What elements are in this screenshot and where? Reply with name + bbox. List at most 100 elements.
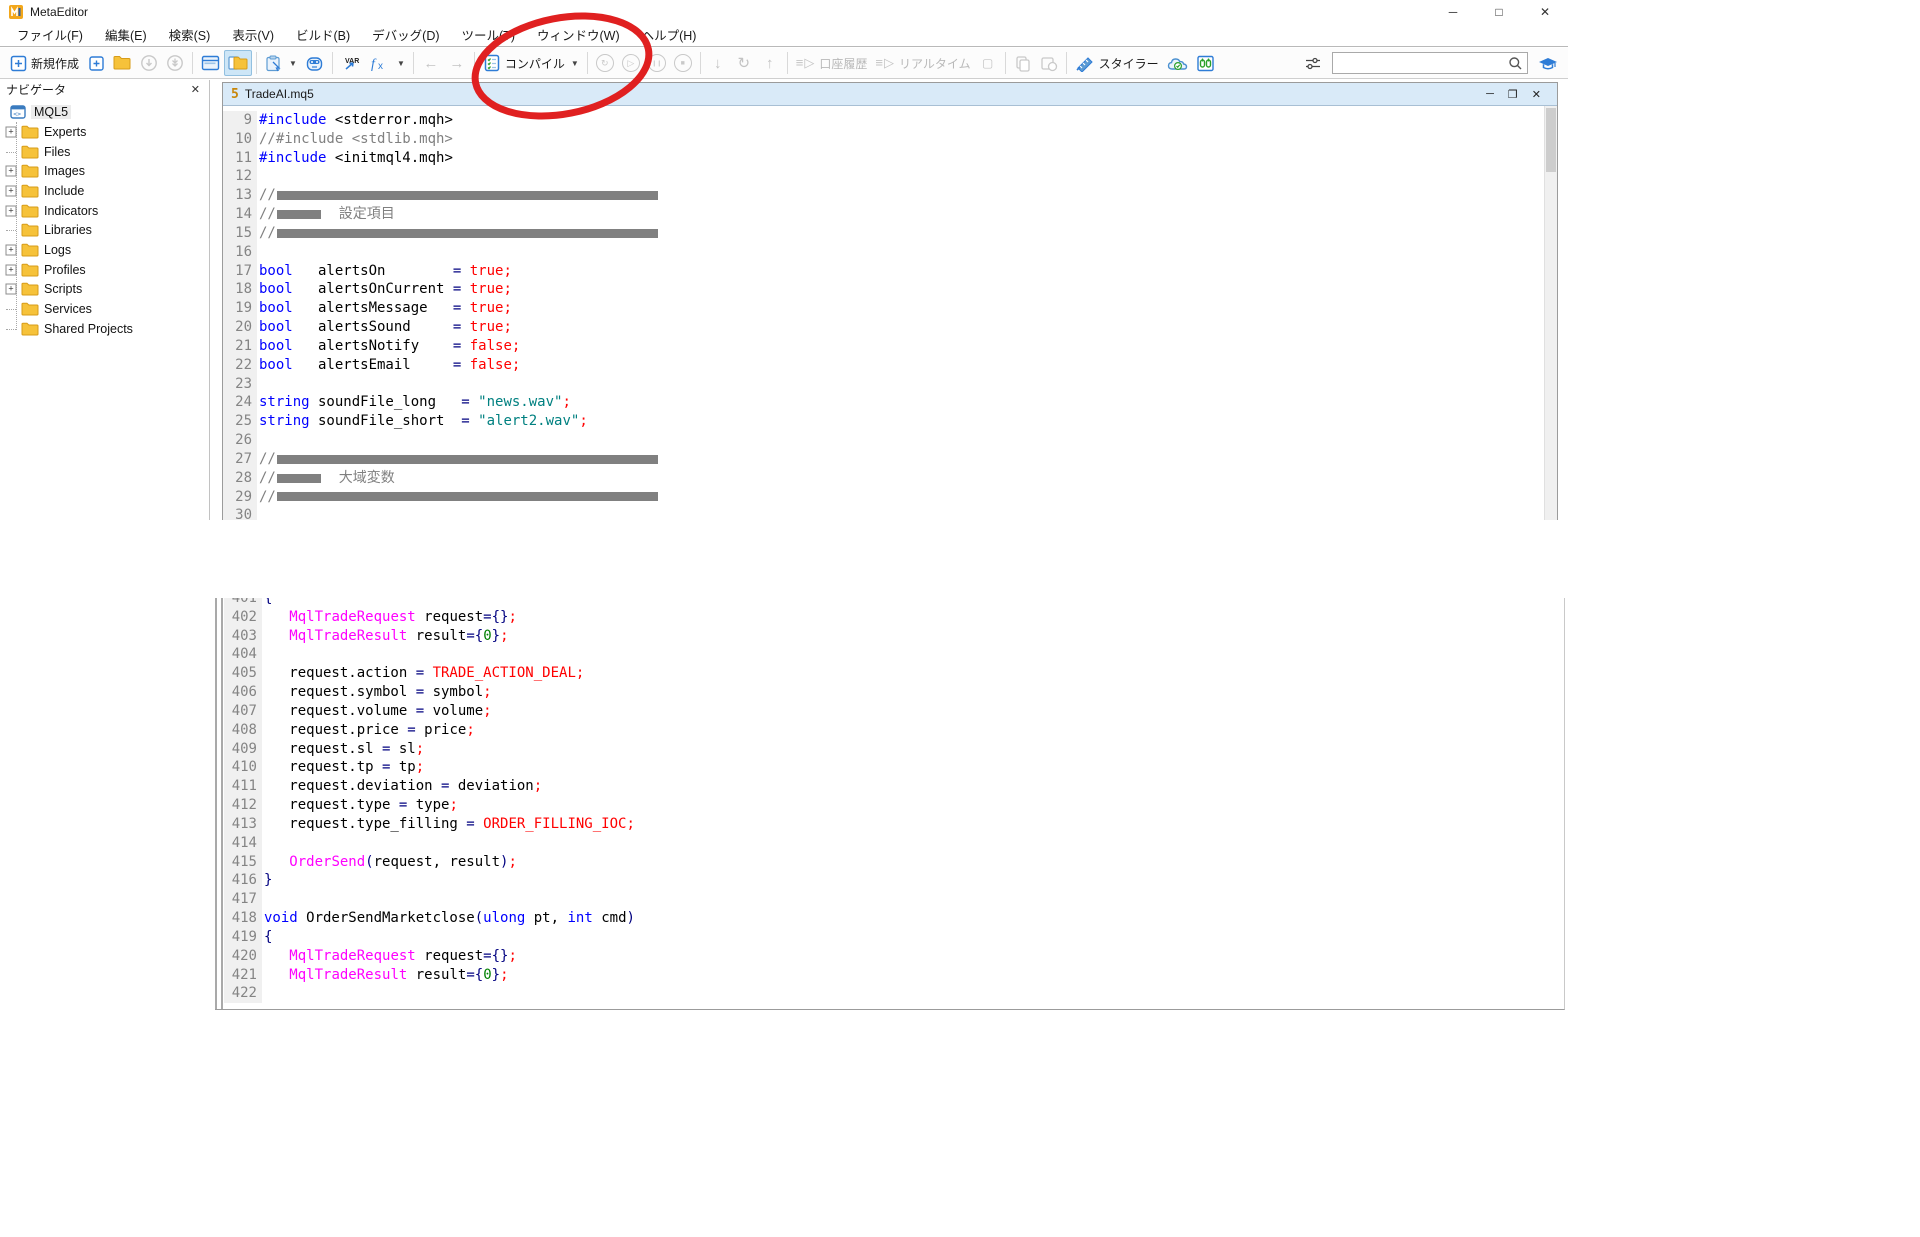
search-options-button[interactable] [1300,50,1326,76]
code-line-419[interactable]: 419{ [224,928,1564,947]
code-line-415[interactable]: 415 OrderSend(request, result); [224,853,1564,872]
code-line-12[interactable]: 12 [223,167,1557,186]
expand-plus-icon[interactable]: + [6,205,17,216]
tree-item-include[interactable]: +Include [6,181,209,201]
code-line-413[interactable]: 413 request.type_filling = ORDER_FILLING… [224,815,1564,834]
code-line-30[interactable]: 30 [223,506,1557,520]
new-window-button[interactable] [83,50,109,76]
tree-item-libraries[interactable]: Libraries [6,220,209,240]
code-line-10[interactable]: 10//#include <stdlib.mqh> [223,130,1557,149]
market-button[interactable] [301,50,328,76]
tree-item-scripts[interactable]: +Scripts [6,280,209,300]
copy-button[interactable] [1010,50,1036,76]
code-line-20[interactable]: 20bool alertsSound = true; [223,318,1557,337]
menu-item-2[interactable]: 検索(S) [158,22,222,47]
code-editor-top[interactable]: 9#include <stderror.mqh>10//#include <st… [223,106,1557,520]
tree-item-services[interactable]: Services [6,299,209,319]
doc-close-icon[interactable]: ✕ [1532,88,1541,101]
code-line-404[interactable]: 404 [224,645,1564,664]
code-line-403[interactable]: 403 MqlTradeResult result={0}; [224,627,1564,646]
functions-button[interactable]: fx ▼ [365,50,409,76]
menu-item-1[interactable]: 編集(E) [94,22,158,47]
code-line-11[interactable]: 11#include <initmql4.mqh> [223,149,1557,168]
realtime-button[interactable]: ≡▷ リアルタイム [871,50,974,76]
code-line-422[interactable]: 422 [224,984,1564,1003]
debug-stop-button[interactable]: ■ [670,50,696,76]
stop-profiling-button[interactable]: ▢ [975,50,1001,76]
search-icon[interactable] [1508,56,1523,71]
code-line-16[interactable]: 16 [223,243,1557,262]
maximize-button[interactable]: □ [1476,0,1522,23]
code-line-26[interactable]: 26 [223,431,1557,450]
code-line-29[interactable]: 29// [223,488,1557,507]
code-line-24[interactable]: 24string soundFile_long = "news.wav"; [223,393,1557,412]
save-all-button[interactable] [162,50,188,76]
tree-item-indicators[interactable]: +Indicators [6,201,209,221]
menu-item-3[interactable]: 表示(V) [221,22,285,47]
expand-plus-icon[interactable]: + [6,284,17,295]
document-tab-bar[interactable]: 5 TradeAI.mq5 ─ ❐ ✕ [223,83,1557,106]
expand-plus-icon[interactable]: + [6,126,17,137]
tree-root-mql5[interactable]: <> MQL5 [6,102,209,122]
code-editor-bottom[interactable]: 401{402 MqlTradeRequest request={};403 M… [224,598,1564,1003]
navigate-back-button[interactable]: ← [418,50,444,76]
code-line-416[interactable]: 416} [224,871,1564,890]
expand-plus-icon[interactable]: + [6,264,17,275]
code-line-21[interactable]: 21bool alertsNotify = false; [223,337,1557,356]
code-line-410[interactable]: 410 request.tp = tp; [224,758,1564,777]
code-line-22[interactable]: 22bool alertsEmail = false; [223,356,1557,375]
code-line-408[interactable]: 408 request.price = price; [224,721,1564,740]
code-line-414[interactable]: 414 [224,834,1564,853]
code-line-14[interactable]: 14// 設定項目 [223,205,1557,224]
scrollbar-thumb[interactable] [1546,108,1556,172]
code-line-28[interactable]: 28// 大域変数 [223,469,1557,488]
doc-minimize-icon[interactable]: ─ [1486,88,1494,101]
cloud-storage-button[interactable] [1163,50,1192,76]
code-line-420[interactable]: 420 MqlTradeRequest request={}; [224,947,1564,966]
expand-plus-icon[interactable]: + [6,244,17,255]
tree-item-profiles[interactable]: +Profiles [6,260,209,280]
code-line-411[interactable]: 411 request.deviation = deviation; [224,777,1564,796]
menu-item-8[interactable]: ヘルプ(H) [631,22,708,47]
tree-item-logs[interactable]: +Logs [6,240,209,260]
navigator-close-icon[interactable]: ✕ [188,83,203,96]
styler-button[interactable]: スタイラー [1071,50,1163,76]
menu-item-4[interactable]: ビルド(B) [285,22,361,47]
close-button[interactable]: ✕ [1522,0,1568,23]
doc-maximize-icon[interactable]: ❐ [1508,88,1518,101]
menu-item-0[interactable]: ファイル(F) [6,22,94,47]
menu-item-5[interactable]: デバッグ(D) [361,22,450,47]
search-input[interactable] [1337,54,1508,72]
step-into-button[interactable]: ↓ [705,50,731,76]
code-line-17[interactable]: 17bool alertsOn = true; [223,262,1557,281]
code-line-417[interactable]: 417 [224,890,1564,909]
save-button[interactable] [136,50,162,76]
debug-pause-button[interactable]: ❙❙ [644,50,670,76]
code-line-13[interactable]: 13// [223,186,1557,205]
tree-item-shared-projects[interactable]: Shared Projects [6,319,209,339]
journal-button[interactable] [1192,50,1219,76]
toggle-toolbox-button[interactable] [197,50,224,76]
debug-start-button[interactable]: ▷ [618,50,644,76]
help-academy-button[interactable] [1534,50,1562,76]
tree-item-images[interactable]: +Images [6,161,209,181]
minimize-button[interactable]: ─ [1430,0,1476,23]
open-file-button[interactable] [109,50,136,76]
compile-button[interactable]: コンパイル ▼ [479,50,583,76]
code-line-401[interactable]: 401{ [224,598,1564,608]
toggle-navigator-button[interactable] [224,50,252,76]
code-line-407[interactable]: 407 request.volume = volume; [224,702,1564,721]
account-history-button[interactable]: ≡▷ 口座履歴 [792,50,872,76]
code-line-406[interactable]: 406 request.symbol = symbol; [224,683,1564,702]
expand-plus-icon[interactable]: + [6,166,17,177]
code-line-19[interactable]: 19bool alertsMessage = true; [223,299,1557,318]
code-line-421[interactable]: 421 MqlTradeResult result={0}; [224,966,1564,985]
code-line-25[interactable]: 25string soundFile_short = "alert2.wav"; [223,412,1557,431]
attach-button[interactable]: ▼ [261,50,301,76]
code-line-405[interactable]: 405 request.action = TRADE_ACTION_DEAL; [224,664,1564,683]
step-out-button[interactable]: ↑ [757,50,783,76]
code-line-15[interactable]: 15// [223,224,1557,243]
tree-item-experts[interactable]: +Experts [6,122,209,142]
editor-vertical-scrollbar[interactable] [1544,106,1557,520]
menu-item-6[interactable]: ツール(T) [451,22,526,47]
